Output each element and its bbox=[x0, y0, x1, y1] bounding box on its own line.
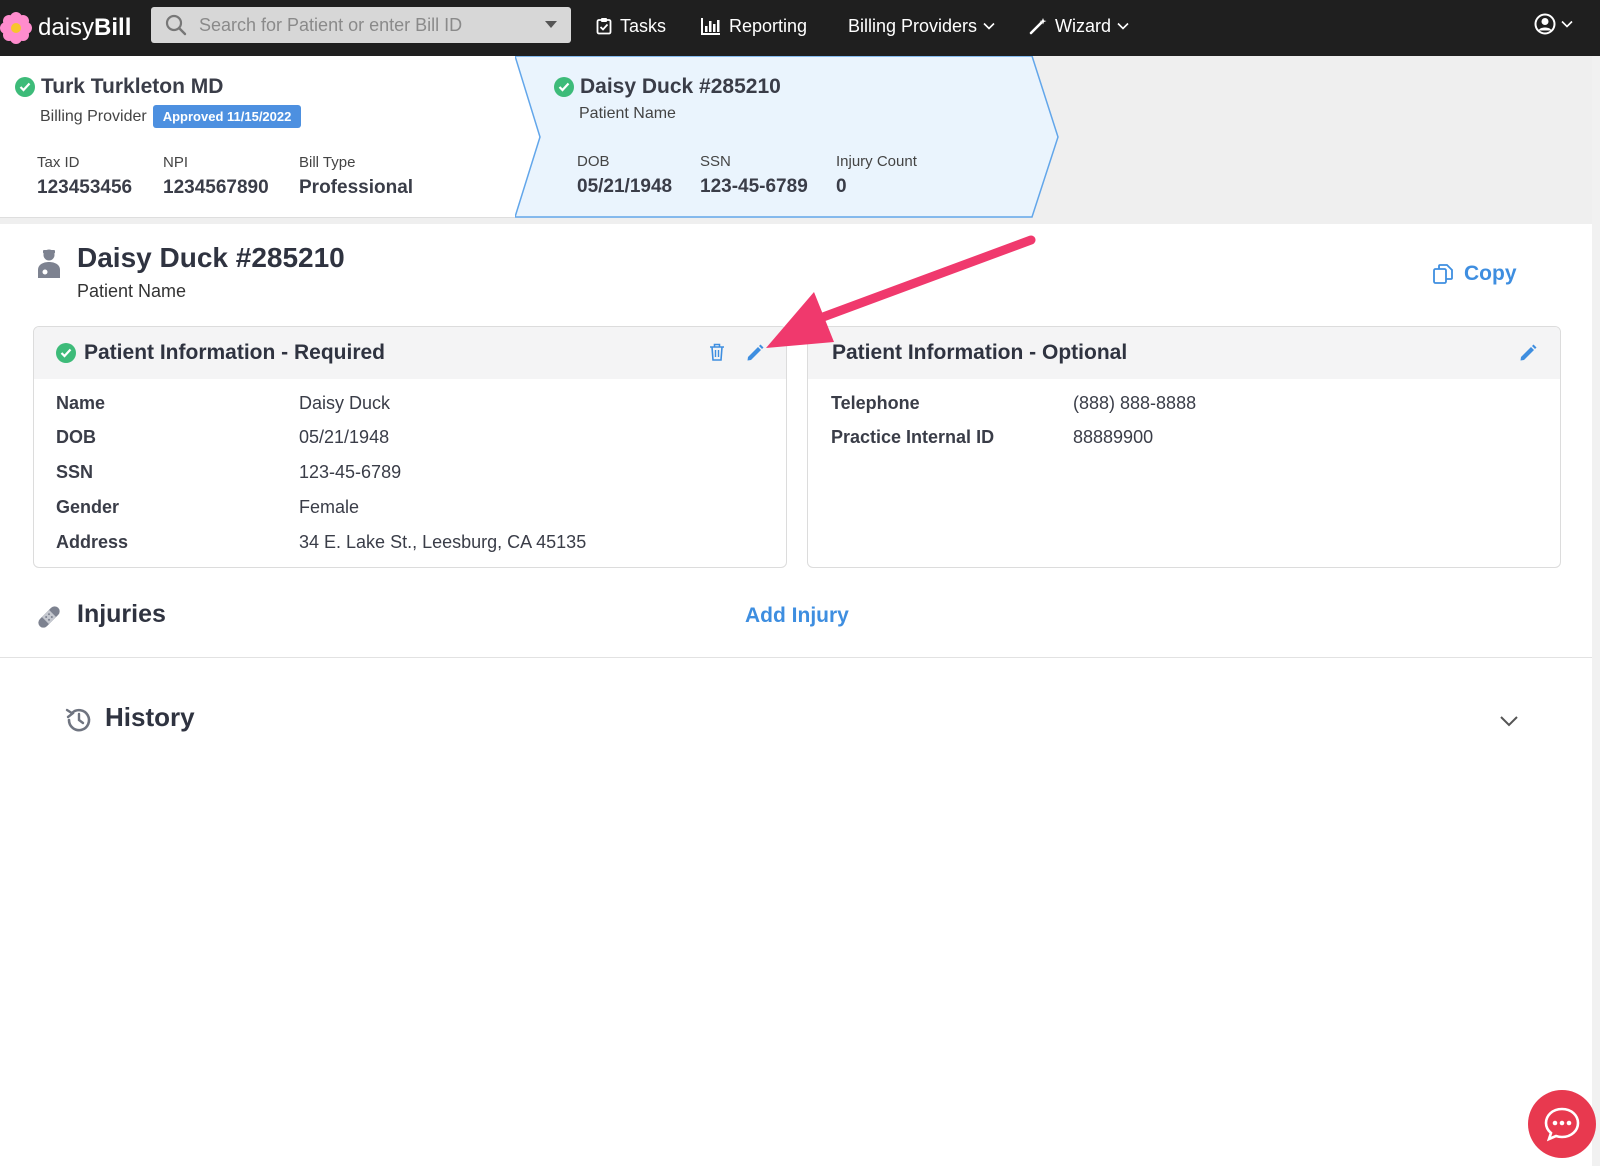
patient-search[interactable] bbox=[151, 7, 571, 43]
section-divider bbox=[0, 657, 1592, 658]
provider-role: Billing Provider bbox=[40, 107, 147, 125]
chat-button[interactable] bbox=[1528, 1090, 1596, 1158]
user-circle-icon bbox=[1534, 13, 1556, 35]
nav-reporting[interactable]: Reporting bbox=[701, 12, 807, 40]
nav-billing-providers[interactable]: Billing Providers bbox=[848, 12, 995, 40]
chevron-down-icon[interactable] bbox=[1499, 715, 1519, 727]
bar-chart-icon bbox=[701, 18, 720, 35]
history-heading[interactable]: History bbox=[105, 702, 195, 733]
provider-tax-id: Tax ID 123453456 bbox=[37, 154, 133, 198]
page-subtitle: Patient Name bbox=[77, 281, 187, 301]
copy-icon bbox=[1433, 264, 1453, 284]
provider-bill-type: Bill Type Professional bbox=[299, 154, 414, 198]
required-card-title: Patient Information - Required bbox=[84, 341, 386, 364]
clipboard-check-icon bbox=[596, 18, 612, 35]
nav-reporting-label: Reporting bbox=[729, 15, 808, 36]
magic-wand-icon bbox=[1029, 18, 1047, 35]
chevron-down-icon bbox=[983, 22, 995, 30]
provider-npi: NPI 1234567890 bbox=[163, 154, 269, 198]
brand-name: daisyBill bbox=[38, 14, 132, 41]
required-info-card: Patient Information - Required Name Dais… bbox=[33, 326, 787, 568]
trash-icon[interactable] bbox=[709, 343, 725, 361]
optional-card-header: Patient Information - Optional bbox=[808, 327, 1560, 379]
daisy-flower-icon bbox=[0, 12, 32, 44]
pencil-edit-icon[interactable] bbox=[1519, 344, 1537, 362]
required-card-header: Patient Information - Required bbox=[34, 327, 786, 379]
injuries-heading: Injuries bbox=[77, 600, 166, 628]
chevron-down-icon bbox=[1117, 22, 1129, 30]
pencil-edit-icon[interactable] bbox=[746, 344, 764, 362]
search-icon bbox=[165, 14, 187, 36]
patient-crumb-name: Daisy Duck #285210 bbox=[580, 75, 781, 98]
search-dropdown-caret-icon[interactable] bbox=[545, 21, 557, 28]
provider-crumb[interactable]: Turk Turkleton MD Billing Provider Appro… bbox=[15, 75, 302, 128]
patient-crumb-injury-count: Injury Count 0 bbox=[836, 153, 917, 197]
add-injury-link[interactable]: Add Injury bbox=[745, 604, 849, 628]
patient-crumb-dob: DOB 05/21/1948 bbox=[577, 153, 673, 197]
nav-wizard[interactable]: Wizard bbox=[1029, 12, 1129, 40]
patient-crumb[interactable]: Daisy Duck #285210 Patient Name bbox=[554, 75, 781, 123]
chevron-down-icon bbox=[1561, 20, 1573, 28]
page-title: Daisy Duck #285210 bbox=[77, 242, 345, 273]
bandage-icon bbox=[38, 606, 60, 628]
nav-wizard-label: Wizard bbox=[1055, 15, 1112, 36]
check-circle-icon bbox=[15, 77, 35, 97]
nav-tasks[interactable]: Tasks bbox=[596, 12, 666, 40]
user-menu[interactable] bbox=[1534, 13, 1573, 35]
optional-info-card: Patient Information - Optional Telephone… bbox=[807, 326, 1561, 568]
provider-name: Turk Turkleton MD bbox=[41, 75, 224, 98]
copy-label: Copy bbox=[1464, 262, 1517, 285]
history-icon bbox=[65, 708, 91, 732]
patient-icon bbox=[38, 249, 60, 278]
nav-billing-providers-label: Billing Providers bbox=[848, 15, 978, 36]
copy-button[interactable]: Copy bbox=[1432, 262, 1517, 286]
chat-bubble-icon bbox=[1544, 1107, 1580, 1142]
page-scrollbar[interactable] bbox=[1592, 56, 1600, 1166]
optional-card-title: Patient Information - Optional bbox=[832, 341, 1128, 364]
patient-crumb-role: Patient Name bbox=[579, 105, 676, 122]
top-nav: daisyBill Tasks Reporting Billing Provid… bbox=[0, 0, 1600, 56]
check-circle-icon bbox=[56, 343, 76, 363]
check-circle-icon bbox=[554, 77, 574, 97]
nav-tasks-label: Tasks bbox=[620, 15, 667, 36]
status-badge: Approved 11/15/2022 bbox=[152, 105, 302, 128]
patient-crumb-ssn: SSN 123-45-6789 bbox=[700, 153, 808, 197]
search-input[interactable] bbox=[197, 13, 521, 37]
brand-logo[interactable]: daisyBill bbox=[0, 8, 131, 48]
